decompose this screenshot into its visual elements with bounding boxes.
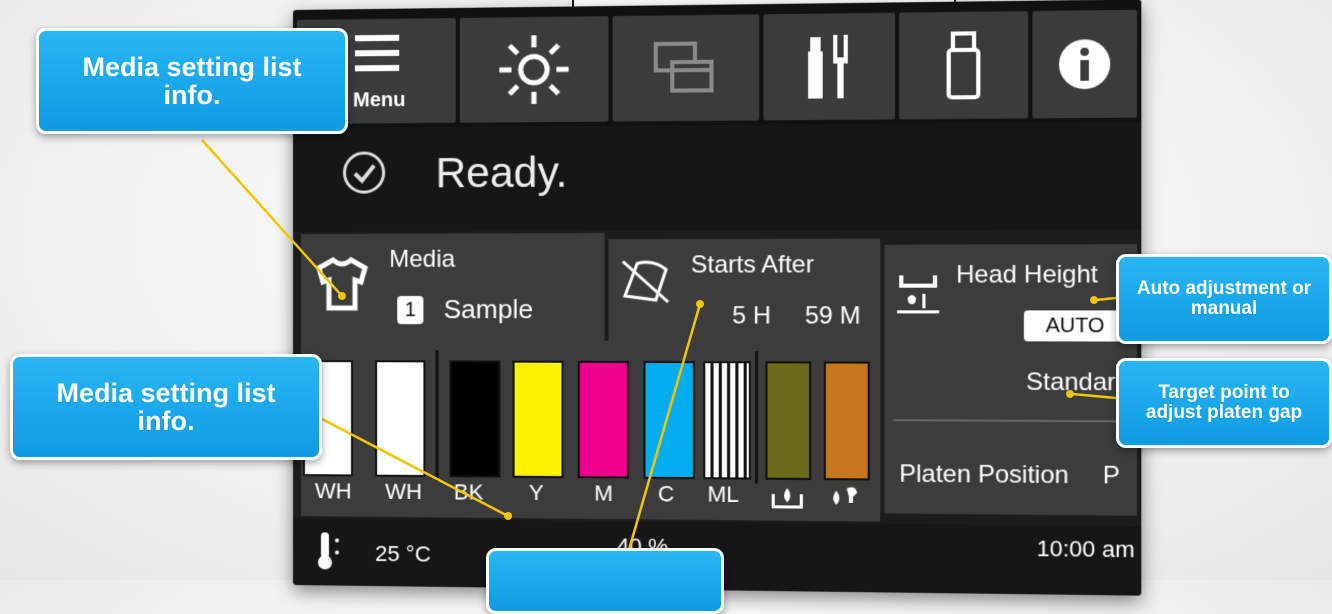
printer-control-screen: Menu: [293, 0, 1141, 596]
ready-check-icon: [343, 151, 385, 193]
ink-bar-c: [643, 361, 695, 479]
ink-label-wh1: WH: [315, 478, 352, 504]
platen-position-value: P: [1103, 462, 1120, 491]
callout-auto-adjustment: Auto adjustment or manual: [1116, 254, 1332, 344]
maintenance-liquid-icon: [828, 482, 864, 514]
cleaning-timer-icon: [619, 255, 672, 311]
ink-label-m: M: [594, 480, 613, 507]
cleaning-liquid-icon: [770, 484, 805, 516]
status-row: [293, 122, 1141, 232]
ink-bar-y: [513, 361, 564, 479]
info-icon: [1055, 35, 1115, 94]
ink-bar-ml: [703, 361, 751, 479]
callout-bottom-partial: [486, 548, 724, 614]
tab-info[interactable]: [1032, 10, 1137, 119]
temperature-value: 25 °C: [375, 541, 431, 568]
thermometer-icon: [315, 530, 345, 575]
ink-bar-m: [578, 361, 629, 479]
ink-bar-wh2: [375, 360, 425, 477]
head-gap-value: Standard: [1026, 368, 1130, 397]
callout-media-top: Media setting list info.: [36, 28, 348, 134]
starts-after-hours: 5 H: [732, 302, 771, 331]
starts-after-label: Starts After: [691, 251, 814, 280]
head-height-label: Head Height: [956, 261, 1098, 290]
tab-usb[interactable]: [899, 11, 1028, 119]
media-label: Media: [389, 246, 455, 274]
light-bulb-icon: [493, 29, 574, 111]
usb-drive-icon: [942, 29, 984, 101]
ink-bar-bk: [450, 360, 501, 477]
ink-divider-2: [755, 351, 758, 484]
platen-position-label: Platen Position: [899, 460, 1069, 490]
ink-label-y: Y: [529, 480, 544, 506]
callout-media-left: Media setting list info.: [10, 354, 322, 460]
media-number-badge: 1: [397, 296, 423, 324]
tab-job-queue[interactable]: [613, 14, 760, 121]
clock-time: 10:00 am: [1037, 535, 1135, 563]
hamburger-icon: [347, 31, 407, 76]
windows-icon: [650, 37, 722, 99]
ink-label-ml: ML: [707, 481, 739, 508]
ink-bar-maintenance: [824, 361, 870, 480]
shirt-icon: [315, 256, 369, 317]
ink-bar-cleaning: [765, 361, 811, 480]
starts-after-minutes: 59 M: [805, 302, 861, 331]
tab-maintenance[interactable]: [763, 13, 895, 121]
tab-maintenance-light[interactable]: [460, 16, 609, 123]
ink-label-c: C: [658, 481, 674, 508]
media-name: Sample: [444, 294, 533, 325]
callout-target-point: Target point to adjust platen gap: [1116, 358, 1332, 448]
menu-label: Menu: [353, 89, 405, 113]
ink-label-wh2: WH: [385, 479, 422, 505]
head-height-icon: [895, 271, 943, 319]
head-height-mode-button[interactable]: AUTO: [1024, 310, 1126, 341]
ink-divider-1: [436, 350, 439, 481]
ink-label-bk: BK: [454, 479, 484, 505]
status-text: Ready.: [436, 148, 568, 197]
tools-icon: [798, 28, 861, 104]
